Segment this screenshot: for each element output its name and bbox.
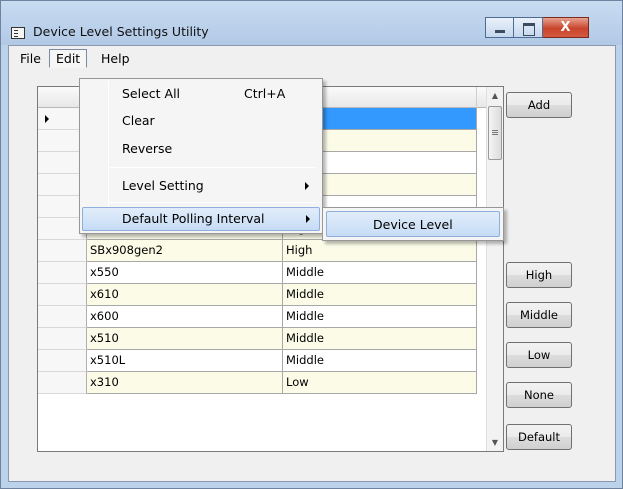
device-cell[interactable]: x510 [87, 328, 283, 350]
default-button[interactable]: Default [506, 424, 572, 450]
table-row[interactable]: SBx908gen2 High [38, 240, 488, 262]
menu-item-level-setting[interactable]: Level Setting [82, 174, 320, 198]
menu-item-default-polling-interval[interactable]: Default Polling Interval [82, 207, 320, 231]
grip-icon [492, 130, 498, 131]
menu-help[interactable]: Help [94, 49, 137, 68]
menu-item-device-level[interactable]: Device Level [326, 211, 500, 237]
device-cell[interactable]: x600 [87, 306, 283, 328]
menu-item-shortcut: Ctrl+A [244, 86, 286, 101]
row-header[interactable] [38, 284, 87, 306]
polling-interval-submenu: Device Level [322, 207, 504, 241]
window-title: Device Level Settings Utility [33, 24, 209, 39]
row-header[interactable] [38, 350, 87, 372]
level-cell[interactable]: Middle [283, 262, 477, 284]
row-header[interactable] [38, 262, 87, 284]
row-header[interactable] [38, 372, 87, 394]
current-row-arrow-icon [45, 115, 49, 123]
app-icon [11, 27, 25, 39]
submenu-arrow-icon [306, 215, 310, 223]
device-cell[interactable]: x310 [87, 372, 283, 394]
row-header[interactable] [38, 328, 87, 350]
level-cell[interactable]: Middle [283, 328, 477, 350]
row-header[interactable] [38, 306, 87, 328]
submenu-arrow-icon [305, 182, 309, 190]
caption-buttons: X [485, 17, 589, 38]
close-button[interactable]: X [543, 17, 589, 38]
level-cell[interactable]: Middle [283, 350, 477, 372]
menu-bar: File Edit Help [9, 46, 615, 70]
menu-item-clear[interactable]: Clear [82, 109, 320, 133]
middle-button[interactable]: Middle [506, 302, 572, 328]
high-button[interactable]: High [506, 262, 572, 288]
table-row[interactable]: x550 Middle [38, 262, 488, 284]
menu-separator [110, 167, 316, 168]
table-row[interactable]: x510 Middle [38, 328, 488, 350]
edit-menu-dropdown: Select All Ctrl+A Clear Reverse Level Se… [79, 78, 323, 234]
menu-item-label: Clear [122, 113, 155, 128]
table-row[interactable]: x610 Middle [38, 284, 488, 306]
none-button[interactable]: None [506, 382, 572, 408]
menu-item-label: Level Setting [122, 178, 204, 193]
menu-item-label: Default Polling Interval [122, 211, 265, 226]
menu-item-label: Reverse [122, 141, 173, 156]
title-bar[interactable]: Device Level Settings Utility X [1, 1, 622, 45]
menu-item-label: Device Level [373, 217, 453, 232]
menu-file[interactable]: File [13, 49, 48, 68]
row-header[interactable] [38, 240, 87, 262]
level-cell[interactable]: Middle [283, 284, 477, 306]
maximize-button[interactable] [514, 17, 543, 38]
menu-item-select-all[interactable]: Select All Ctrl+A [82, 82, 320, 106]
table-row[interactable]: x510L Middle [38, 350, 488, 372]
device-cell[interactable]: x610 [87, 284, 283, 306]
device-cell[interactable]: SBx908gen2 [87, 240, 283, 262]
menu-edit[interactable]: Edit [49, 49, 88, 68]
low-button[interactable]: Low [506, 342, 572, 368]
table-row[interactable]: x600 Middle [38, 306, 488, 328]
table-row[interactable]: x310 Low [38, 372, 488, 394]
level-cell[interactable]: Low [283, 372, 477, 394]
level-cell[interactable]: Middle [283, 306, 477, 328]
vertical-scrollbar[interactable]: ▲ ▼ [486, 87, 503, 451]
menu-item-label: Select All [122, 86, 181, 101]
scroll-up-arrow-icon[interactable]: ▲ [487, 87, 503, 104]
add-button[interactable]: Add [506, 92, 572, 118]
menu-separator [110, 202, 316, 203]
level-cell[interactable]: High [283, 240, 477, 262]
scroll-thumb[interactable] [488, 106, 502, 160]
minimize-button[interactable] [485, 17, 514, 38]
app-window: Device Level Settings Utility X File Edi… [0, 0, 623, 489]
device-cell[interactable]: x550 [87, 262, 283, 284]
scroll-down-arrow-icon[interactable]: ▼ [487, 434, 503, 451]
menu-item-reverse[interactable]: Reverse [82, 137, 320, 161]
device-cell[interactable]: x510L [87, 350, 283, 372]
